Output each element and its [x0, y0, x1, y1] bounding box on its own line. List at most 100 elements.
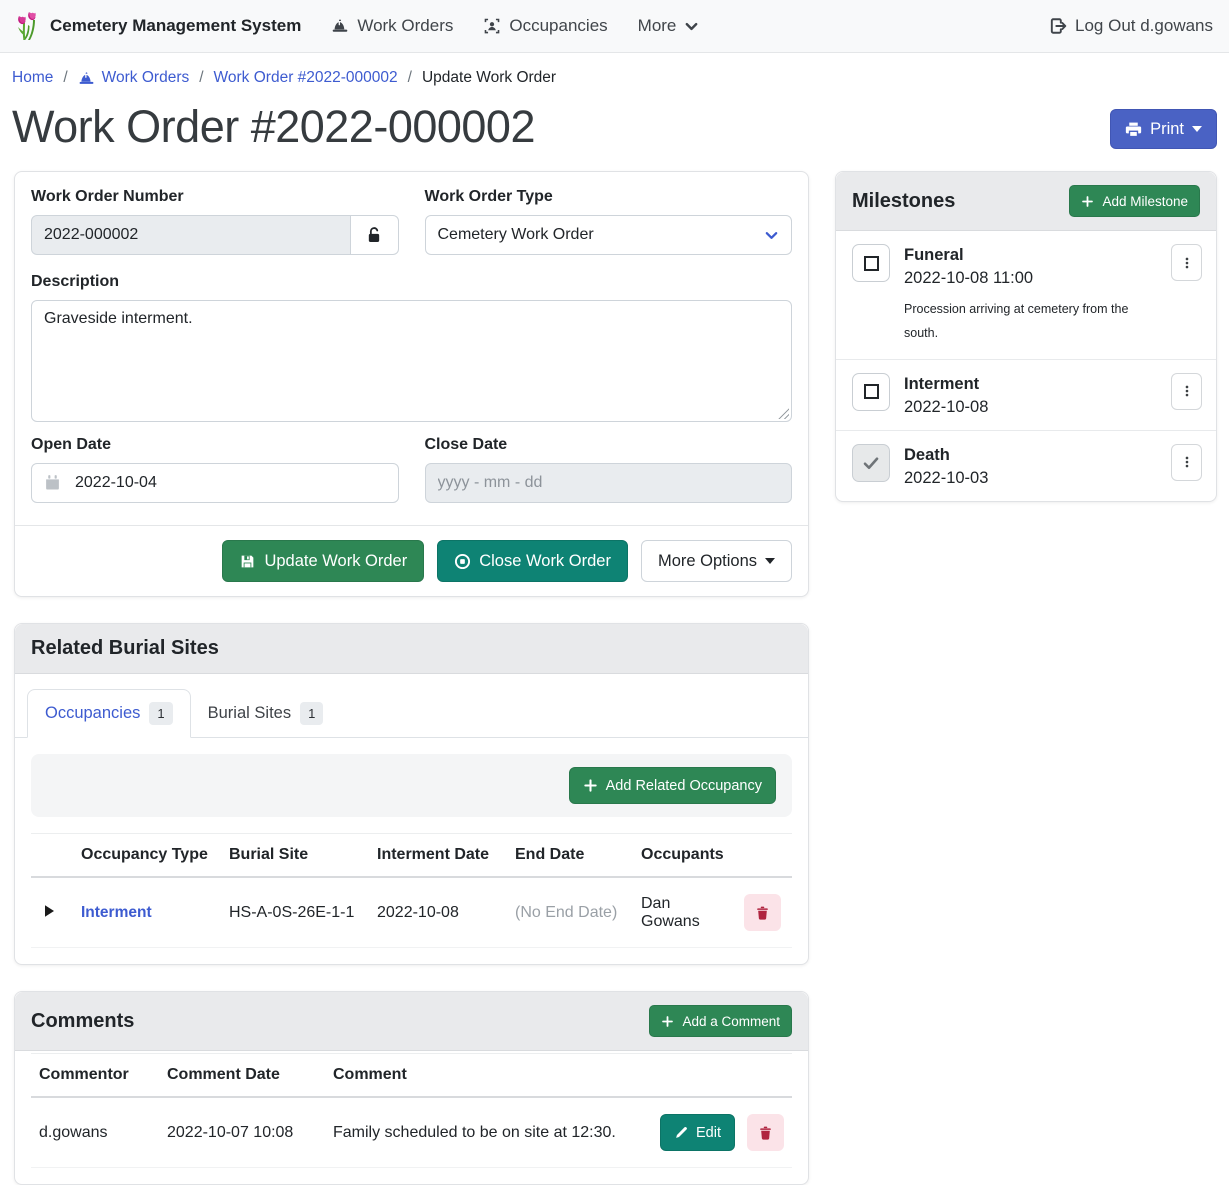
title-row: Work Order #2022-000002 Print: [0, 97, 1229, 171]
comments-card: Comments Add a Comment Commentor Comment…: [14, 991, 809, 1185]
milestone-menu-button[interactable]: [1171, 244, 1202, 281]
edit-comment-label: Edit: [696, 1125, 721, 1141]
tab-burial-sites[interactable]: Burial Sites 1: [191, 689, 341, 738]
occupancy-type-link[interactable]: Interment: [81, 904, 152, 921]
hard-hat-icon: [78, 70, 95, 87]
caret-down-icon: [765, 558, 775, 564]
tab-occupancies[interactable]: Occupancies 1: [27, 689, 191, 738]
trash-icon: [758, 1125, 773, 1141]
milestone-title: Interment: [904, 375, 1157, 394]
work-order-type-select[interactable]: Cemetery Work Order: [425, 215, 793, 255]
breadcrumb-separator: /: [63, 69, 67, 87]
comments-title: Comments: [31, 1010, 134, 1033]
add-milestone-button[interactable]: Add Milestone: [1069, 185, 1200, 217]
close-work-order-button[interactable]: Close Work Order: [437, 540, 628, 582]
nav-work-orders-label: Work Orders: [357, 16, 453, 36]
print-button[interactable]: Print: [1110, 109, 1217, 149]
milestone-checkbox-unchecked[interactable]: [852, 373, 890, 411]
milestone-checkbox-unchecked[interactable]: [852, 244, 890, 282]
milestone-title: Death: [904, 446, 1157, 465]
person-frame-icon: [483, 17, 501, 35]
update-work-order-button[interactable]: Update Work Order: [222, 540, 424, 582]
related-tabs: Occupancies 1 Burial Sites 1: [15, 674, 808, 738]
checkbox-square-icon: [864, 384, 879, 399]
chevron-down-icon: [764, 228, 779, 243]
unlock-icon: [365, 226, 383, 244]
work-order-number-label: Work Order Number: [31, 188, 399, 206]
expand-row-button[interactable]: [39, 901, 59, 921]
brand-label: Cemetery Management System: [50, 16, 301, 36]
milestone-checkbox-checked[interactable]: [852, 444, 890, 482]
burial-site-value: HS-A-0S-26E-1-1: [221, 877, 369, 948]
milestone-menu-button[interactable]: [1171, 444, 1202, 481]
logout-label: Log Out d.gowans: [1075, 16, 1213, 36]
kebab-icon: [1180, 383, 1194, 399]
col-comment-date: Comment Date: [159, 1054, 325, 1098]
tab-occupancies-badge: 1: [149, 702, 172, 725]
checkbox-square-icon: [864, 256, 879, 271]
breadcrumb-work-order-number-label: Work Order #2022-000002: [214, 69, 398, 87]
unlock-button[interactable]: [350, 215, 399, 255]
description-label: Description: [31, 273, 792, 291]
delete-occupancy-button[interactable]: [744, 894, 781, 931]
calendar-icon: [44, 474, 61, 491]
add-related-occupancy-label: Add Related Occupancy: [606, 778, 762, 794]
add-related-occupancy-button[interactable]: Add Related Occupancy: [569, 767, 776, 804]
tab-burial-sites-label: Burial Sites: [208, 704, 291, 723]
update-work-order-label: Update Work Order: [264, 552, 407, 571]
page-title: Work Order #2022-000002: [12, 101, 535, 153]
tulip-logo-icon: [16, 11, 42, 41]
kebab-icon: [1180, 255, 1194, 271]
add-comment-button[interactable]: Add a Comment: [649, 1005, 792, 1037]
hard-hat-icon: [331, 17, 349, 35]
pencil-icon: [674, 1126, 688, 1140]
occupancies-toolbar: Add Related Occupancy: [31, 754, 792, 817]
work-order-number-input[interactable]: [31, 215, 351, 255]
comment-date-value: 2022-10-07 10:08: [159, 1097, 325, 1168]
tab-occupancies-label: Occupancies: [45, 704, 140, 723]
print-label: Print: [1150, 120, 1184, 139]
milestone-menu-button[interactable]: [1171, 373, 1202, 410]
description-textarea[interactable]: Graveside interment.: [31, 300, 792, 422]
breadcrumb-separator: /: [408, 69, 412, 87]
nav-more[interactable]: More: [638, 16, 700, 36]
kebab-icon: [1180, 454, 1194, 470]
milestone-death: Death 2022-10-03: [836, 430, 1216, 501]
tab-burial-sites-badge: 1: [300, 702, 323, 725]
app-brand[interactable]: Cemetery Management System: [16, 11, 301, 41]
comment-value: Family scheduled to be on site at 12:30.: [325, 1097, 652, 1168]
col-occupants: Occupants: [633, 834, 736, 878]
save-icon: [239, 553, 256, 570]
breadcrumb-work-order-number[interactable]: Work Order #2022-000002: [214, 69, 398, 87]
end-date-value: (No End Date): [507, 877, 633, 948]
more-options-button[interactable]: More Options: [641, 540, 792, 582]
col-comment: Comment: [325, 1054, 652, 1098]
printer-icon: [1125, 121, 1142, 138]
nav-work-orders[interactable]: Work Orders: [331, 16, 453, 36]
occupancy-row: Interment HS-A-0S-26E-1-1 2022-10-08 (No…: [31, 877, 792, 948]
open-date-label: Open Date: [31, 436, 399, 454]
work-order-form-card: Work Order Number: [14, 171, 809, 597]
close-date-input[interactable]: [425, 463, 793, 503]
nav-occupancies[interactable]: Occupancies: [483, 16, 607, 36]
form-actions: Update Work Order Close Work Order More …: [15, 525, 808, 596]
logout-button[interactable]: Log Out d.gowans: [1049, 16, 1213, 36]
milestone-date: 2022-10-03: [904, 469, 1157, 488]
plus-icon: [1081, 195, 1094, 208]
nav-occupancies-label: Occupancies: [509, 16, 607, 36]
milestones-card: Milestones Add Milestone Funeral 202: [835, 171, 1217, 502]
logout-icon: [1049, 17, 1067, 35]
breadcrumb-current: Update Work Order: [422, 69, 556, 87]
work-order-type-value: Cemetery Work Order: [438, 226, 594, 244]
breadcrumb-home-label: Home: [12, 69, 53, 87]
breadcrumb-home[interactable]: Home: [12, 69, 53, 87]
interment-date-value: 2022-10-08: [369, 877, 507, 948]
breadcrumb-work-orders[interactable]: Work Orders: [78, 69, 190, 87]
open-date-input[interactable]: [31, 463, 399, 503]
milestone-note: Procession arriving at cemetery from the…: [904, 297, 1134, 346]
caret-down-icon: [1192, 126, 1202, 132]
close-work-order-label: Close Work Order: [479, 552, 611, 571]
col-occupancy-type: Occupancy Type: [73, 834, 221, 878]
comment-row: d.gowans 2022-10-07 10:08 Family schedul…: [31, 1097, 792, 1168]
related-burial-sites-title: Related Burial Sites: [31, 637, 219, 660]
